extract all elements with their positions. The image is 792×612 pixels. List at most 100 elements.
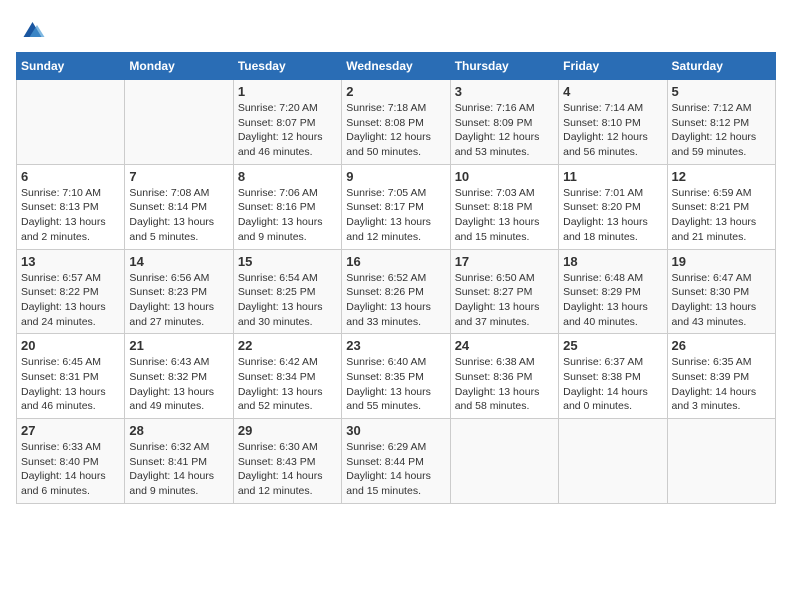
cell-line: Daylight: 13 hours and 24 minutes. <box>21 301 106 328</box>
calendar-cell <box>125 80 233 165</box>
calendar-cell: 9Sunrise: 7:05 AMSunset: 8:17 PMDaylight… <box>342 164 450 249</box>
cell-line: Sunrise: 7:16 AM <box>455 102 535 114</box>
calendar-cell: 8 Sunrise: 7:06 AMSunset: 8:16 PMDaylight… <box>233 164 341 249</box>
cell-line: Sunrise: 7:06 AM <box>238 187 318 199</box>
cell-line: Sunset: 8:09 PM <box>455 117 533 129</box>
calendar-cell: 27Sunrise: 6:33 AMSunset: 8:40 PMDayligh… <box>17 419 125 504</box>
cell-content: Sunrise: 6:29 AMSunset: 8:44 PMDaylight:… <box>346 440 445 499</box>
cell-line: Sunrise: 6:48 AM <box>563 272 643 284</box>
column-header-saturday: Saturday <box>667 53 775 80</box>
cell-content: Sunrise: 7:08 AMSunset: 8:14 PMDaylight:… <box>129 186 228 245</box>
day-number: 23 <box>346 338 445 353</box>
cell-line: Sunrise: 7:10 AM <box>21 187 101 199</box>
cell-content: Sunrise: 7:18 AMSunset: 8:08 PMDaylight:… <box>346 101 445 160</box>
cell-line: Sunset: 8:26 PM <box>346 286 424 298</box>
cell-line: Daylight: 13 hours and 9 minutes. <box>238 216 323 243</box>
cell-line: Sunset: 8:43 PM <box>238 456 316 468</box>
day-number: 7 <box>129 169 228 184</box>
calendar-cell <box>17 80 125 165</box>
cell-line: Sunset: 8:18 PM <box>455 201 533 213</box>
cell-line: Sunrise: 6:57 AM <box>21 272 101 284</box>
day-number: 18 <box>563 254 662 269</box>
day-number: 10 <box>455 169 554 184</box>
cell-line: Sunrise: 6:54 AM <box>238 272 318 284</box>
cell-content: Sunrise: 6:42 AMSunset: 8:34 PMDaylight:… <box>238 355 337 414</box>
cell-line: Daylight: 13 hours and 40 minutes. <box>563 301 648 328</box>
day-number: 9 <box>346 169 445 184</box>
cell-content: Sunrise: 7:12 AMSunset: 8:12 PMDaylight:… <box>672 101 771 160</box>
cell-line: Sunrise: 7:14 AM <box>563 102 643 114</box>
day-number: 24 <box>455 338 554 353</box>
cell-content: Sunrise: 6:40 AMSunset: 8:35 PMDaylight:… <box>346 355 445 414</box>
column-header-tuesday: Tuesday <box>233 53 341 80</box>
cell-line: Sunset: 8:20 PM <box>563 201 641 213</box>
cell-line: Sunset: 8:22 PM <box>21 286 99 298</box>
day-number: 12 <box>672 169 771 184</box>
cell-line: Sunrise: 7:01 AM <box>563 187 643 199</box>
calendar-cell: 23 Sunrise: 6:40 AMSunset: 8:35 PMDayligh… <box>342 334 450 419</box>
day-number: 3 <box>455 84 554 99</box>
cell-line: Sunset: 8:17 PM <box>346 201 424 213</box>
column-header-friday: Friday <box>559 53 667 80</box>
cell-line: Sunset: 8:10 PM <box>563 117 641 129</box>
cell-content: Sunrise: 6:38 AMSunset: 8:36 PMDaylight:… <box>455 355 554 414</box>
calendar-week-5: 27Sunrise: 6:33 AMSunset: 8:40 PMDayligh… <box>17 419 776 504</box>
calendar-week-4: 20Sunrise: 6:45 AMSunset: 8:31 PMDayligh… <box>17 334 776 419</box>
cell-line: Sunrise: 6:29 AM <box>346 441 426 453</box>
cell-line: Daylight: 13 hours and 37 minutes. <box>455 301 540 328</box>
cell-line: Sunrise: 6:40 AM <box>346 356 426 368</box>
calendar-week-2: 6Sunrise: 7:10 AMSunset: 8:13 PMDaylight… <box>17 164 776 249</box>
calendar-header: SundayMondayTuesdayWednesdayThursdayFrid… <box>17 53 776 80</box>
cell-line: Daylight: 12 hours and 59 minutes. <box>672 131 757 158</box>
cell-line: Sunset: 8:29 PM <box>563 286 641 298</box>
cell-line: Daylight: 12 hours and 50 minutes. <box>346 131 431 158</box>
day-number: 8 <box>238 169 337 184</box>
calendar-cell: 21 Sunrise: 6:43 AMSunset: 8:32 PMDayligh… <box>125 334 233 419</box>
cell-line: Sunset: 8:21 PM <box>672 201 750 213</box>
calendar-cell <box>559 419 667 504</box>
cell-content: Sunrise: 6:48 AM Sunset: 8:29 PM Daylight:… <box>563 271 662 330</box>
cell-line: Daylight: 14 hours and 3 minutes. <box>672 386 757 413</box>
cell-line: Sunrise: 6:43 AM <box>129 356 209 368</box>
cell-line: Sunrise: 6:50 AM <box>455 272 535 284</box>
cell-line: Sunset: 8:36 PM <box>455 371 533 383</box>
cell-line: Sunrise: 6:38 AM <box>455 356 535 368</box>
calendar-cell: 3 Sunrise: 7:16 AM Sunset: 8:09 PM Daylight… <box>450 80 558 165</box>
cell-content: Sunrise: 6:43 AMSunset: 8:32 PMDaylight:… <box>129 355 228 414</box>
cell-line: Sunset: 8:07 PM <box>238 117 316 129</box>
cell-content: Sunrise: 6:30 AMSunset: 8:43 PMDaylight:… <box>238 440 337 499</box>
cell-line: Daylight: 14 hours and 9 minutes. <box>129 470 214 497</box>
calendar-cell <box>450 419 558 504</box>
cell-content: Sunrise: 7:03 AMSunset: 8:18 PMDaylight:… <box>455 186 554 245</box>
day-number: 21 <box>129 338 228 353</box>
cell-line: Daylight: 13 hours and 49 minutes. <box>129 386 214 413</box>
calendar-cell: 10 Sunrise: 7:03 AMSunset: 8:18 PMDayligh… <box>450 164 558 249</box>
day-number: 28 <box>129 423 228 438</box>
calendar-cell: 22Sunrise: 6:42 AMSunset: 8:34 PMDayligh… <box>233 334 341 419</box>
cell-line: Sunrise: 6:37 AM <box>563 356 643 368</box>
cell-content: Sunrise: 6:56 AMSunset: 8:23 PMDaylight:… <box>129 271 228 330</box>
cell-line: Daylight: 13 hours and 15 minutes. <box>455 216 540 243</box>
calendar-cell: 20Sunrise: 6:45 AMSunset: 8:31 PMDayligh… <box>17 334 125 419</box>
calendar-cell: 5Sunrise: 7:12 AMSunset: 8:12 PMDaylight… <box>667 80 775 165</box>
cell-content: Sunrise: 6:57 AM Sunset: 8:22 PM Daylight:… <box>21 271 120 330</box>
calendar-cell: 7 Sunrise: 7:08 AMSunset: 8:14 PMDaylight… <box>125 164 233 249</box>
cell-content: Sunrise: 6:52 AMSunset: 8:26 PMDaylight:… <box>346 271 445 330</box>
column-header-sunday: Sunday <box>17 53 125 80</box>
calendar-cell: 15Sunrise: 6:54 AMSunset: 8:25 PMDayligh… <box>233 249 341 334</box>
cell-line: Sunset: 8:27 PM <box>455 286 533 298</box>
calendar-cell: 17Sunrise: 6:50 AMSunset: 8:27 PMDayligh… <box>450 249 558 334</box>
day-number: 6 <box>21 169 120 184</box>
cell-line: Daylight: 13 hours and 12 minutes. <box>346 216 431 243</box>
cell-line: Sunrise: 7:08 AM <box>129 187 209 199</box>
calendar-cell: 2Sunrise: 7:18 AMSunset: 8:08 PMDaylight… <box>342 80 450 165</box>
cell-line: Sunrise: 6:30 AM <box>238 441 318 453</box>
cell-line: Sunrise: 6:35 AM <box>672 356 752 368</box>
cell-line: Daylight: 14 hours and 6 minutes. <box>21 470 106 497</box>
cell-content: Sunrise: 7:06 AMSunset: 8:16 PMDaylight:… <box>238 186 337 245</box>
cell-content: Sunrise: 6:35 AMSunset: 8:39 PMDaylight:… <box>672 355 771 414</box>
calendar-week-1: 1Sunrise: 7:20 AMSunset: 8:07 PMDaylight… <box>17 80 776 165</box>
cell-line: Daylight: 13 hours and 55 minutes. <box>346 386 431 413</box>
cell-line: Sunrise: 6:52 AM <box>346 272 426 284</box>
cell-line: Daylight: 12 hours and 53 minutes. <box>455 131 540 158</box>
